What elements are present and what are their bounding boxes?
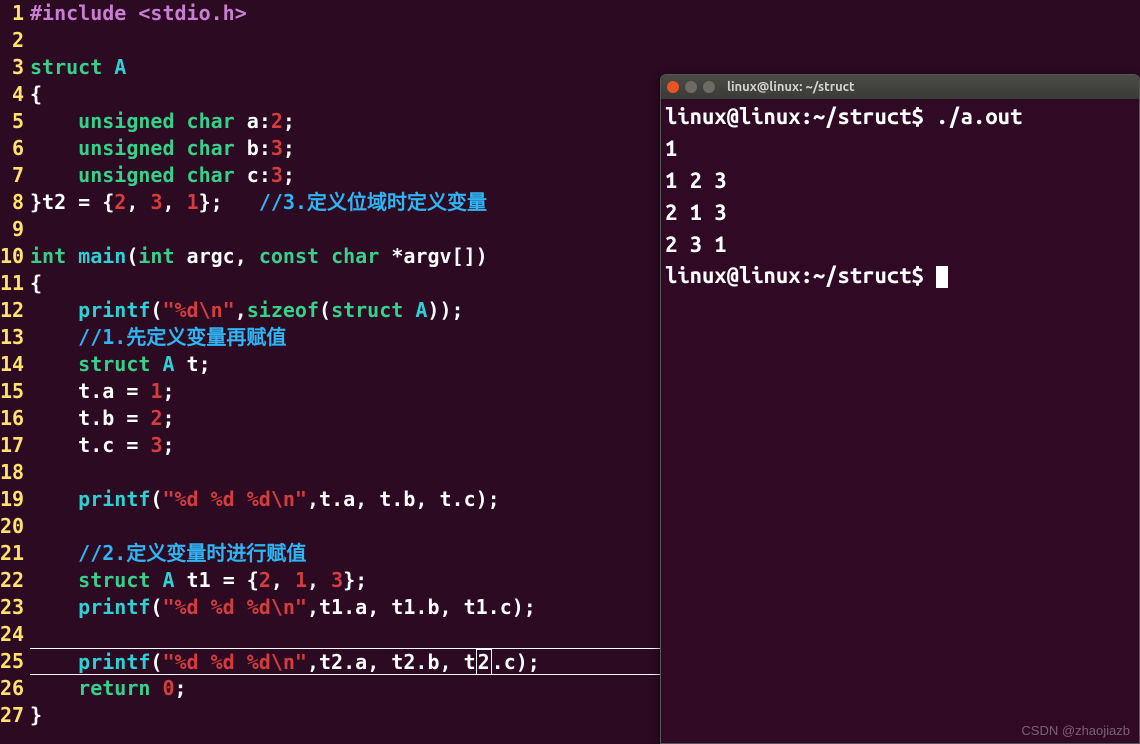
terminal-cursor <box>936 266 948 288</box>
line-number: 10 <box>0 243 30 270</box>
line-number: 15 <box>0 378 30 405</box>
line-number: 7 <box>0 162 30 189</box>
terminal-title: linux@linux: ~/struct <box>727 80 855 94</box>
close-icon[interactable] <box>667 81 679 93</box>
terminal-window[interactable]: linux@linux: ~/struct linux@linux:~/stru… <box>660 74 1140 744</box>
code-content[interactable]: #include <stdio.h> <box>30 0 1140 27</box>
code-content[interactable] <box>30 27 1140 54</box>
line-number: 5 <box>0 108 30 135</box>
line-number: 13 <box>0 324 30 351</box>
terminal-body[interactable]: linux@linux:~/struct$ ./a.out 1 1 2 3 2 … <box>661 99 1139 743</box>
editor-cursor: 2 <box>476 649 492 675</box>
code-line[interactable]: 1#include <stdio.h> <box>0 0 1140 27</box>
line-number: 24 <box>0 621 30 648</box>
line-number: 11 <box>0 270 30 297</box>
terminal-output-line: 1 <box>665 136 677 161</box>
line-number: 1 <box>0 0 30 27</box>
watermark: CSDN @zhaojiazb <box>1021 723 1130 738</box>
line-number: 6 <box>0 135 30 162</box>
terminal-titlebar[interactable]: linux@linux: ~/struct <box>661 75 1139 99</box>
terminal-prompt: linux@linux:~/struct$ <box>665 263 936 288</box>
line-number: 2 <box>0 27 30 54</box>
code-line[interactable]: 2 <box>0 27 1140 54</box>
terminal-output-line: 1 2 3 <box>665 168 727 193</box>
line-number: 17 <box>0 432 30 459</box>
line-number: 14 <box>0 351 30 378</box>
line-number: 9 <box>0 216 30 243</box>
line-number: 21 <box>0 540 30 567</box>
line-number: 3 <box>0 54 30 81</box>
line-number: 18 <box>0 459 30 486</box>
minimize-icon[interactable] <box>685 81 697 93</box>
terminal-prompt: linux@linux:~/struct$ <box>665 104 936 129</box>
line-number: 27 <box>0 702 30 729</box>
terminal-output-line: 2 1 3 <box>665 200 727 225</box>
line-number: 26 <box>0 675 30 702</box>
maximize-icon[interactable] <box>703 81 715 93</box>
line-number: 25 <box>0 648 30 675</box>
line-number: 8 <box>0 189 30 216</box>
terminal-output-line: 2 3 1 <box>665 232 727 257</box>
line-number: 19 <box>0 486 30 513</box>
line-number: 12 <box>0 297 30 324</box>
line-number: 22 <box>0 567 30 594</box>
terminal-command: ./a.out <box>936 104 1022 129</box>
line-number: 4 <box>0 81 30 108</box>
line-number: 20 <box>0 513 30 540</box>
line-number: 23 <box>0 594 30 621</box>
line-number: 16 <box>0 405 30 432</box>
